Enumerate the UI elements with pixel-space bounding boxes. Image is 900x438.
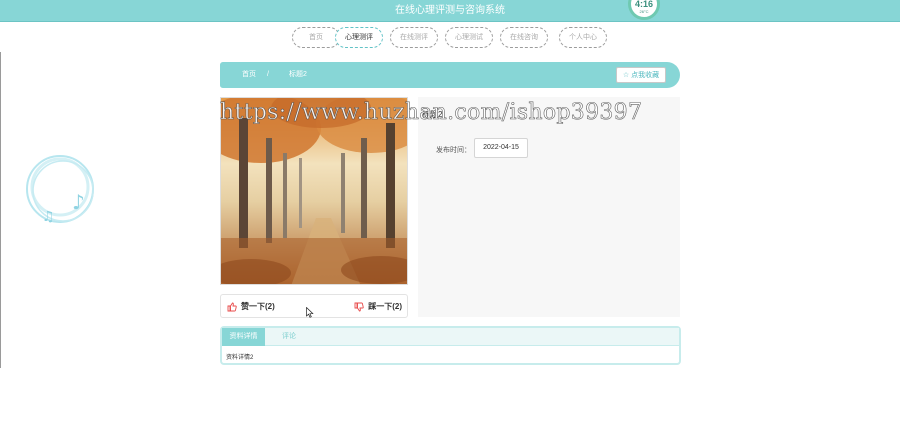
tab-content: 资料详情2 bbox=[226, 355, 254, 361]
clock-temperature: 26°C bbox=[639, 9, 649, 14]
reaction-bar: 赞一下(2) 踩一下(2) bbox=[220, 294, 408, 318]
watermark-text: https://www.huzhan.com/ishop39397 bbox=[220, 100, 643, 126]
publish-date-value: 2022-04-15 bbox=[474, 138, 528, 158]
breadcrumb: 首页 / 标题2 ☆ 点我收藏 bbox=[220, 62, 680, 88]
dislike-button[interactable]: 踩一下(2) bbox=[354, 295, 402, 319]
nav-tab-personal-center[interactable]: 个人中心 bbox=[559, 27, 607, 48]
app-title: 在线心理评测与咨询系统 bbox=[395, 5, 505, 16]
tab-comment[interactable]: 评论 bbox=[274, 328, 304, 346]
nav-tab-online-consult[interactable]: 在线咨询 bbox=[500, 27, 548, 48]
mouse-cursor-icon bbox=[306, 307, 314, 318]
thumbs-down-icon bbox=[354, 302, 364, 312]
breadcrumb-current: 标题2 bbox=[289, 71, 307, 78]
dislike-label: 踩一下(2) bbox=[368, 302, 402, 311]
like-label: 赞一下(2) bbox=[241, 302, 275, 311]
breadcrumb-separator: / bbox=[267, 71, 269, 78]
clock-time: 4:16 bbox=[634, 0, 653, 9]
detail-tabs: 资料详情 评论 资料详情2 bbox=[220, 326, 681, 365]
thumbs-up-icon bbox=[227, 302, 237, 312]
svg-text:♪: ♪ bbox=[72, 190, 85, 214]
nav-tab-home[interactable]: 首页 bbox=[292, 27, 340, 48]
article-info-panel: 标题2 发布时间： 2022-04-15 bbox=[418, 97, 680, 317]
nav-tab-online-assessment[interactable]: 在线测评 bbox=[390, 27, 438, 48]
autumn-forest-illustration bbox=[221, 98, 407, 284]
nav-tab-psych-test[interactable]: 心理测试 bbox=[445, 27, 493, 48]
publish-date-label: 发布时间： bbox=[436, 147, 471, 154]
top-bar: 在线心理评测与咨询系统 4:16 26°C bbox=[0, 0, 900, 22]
left-border-line bbox=[0, 52, 1, 368]
tabs-header: 资料详情 评论 bbox=[222, 328, 679, 346]
breadcrumb-home[interactable]: 首页 bbox=[242, 62, 256, 88]
music-player-icon[interactable]: ♪ ♫ bbox=[24, 153, 100, 229]
tab-detail[interactable]: 资料详情 bbox=[222, 328, 265, 346]
nav-tab-psych-assessment[interactable]: 心理测评 bbox=[335, 27, 383, 48]
collect-button[interactable]: ☆ 点我收藏 bbox=[616, 67, 666, 83]
svg-text:♫: ♫ bbox=[42, 209, 55, 225]
like-button[interactable]: 赞一下(2) bbox=[227, 295, 275, 319]
article-image bbox=[220, 97, 408, 285]
